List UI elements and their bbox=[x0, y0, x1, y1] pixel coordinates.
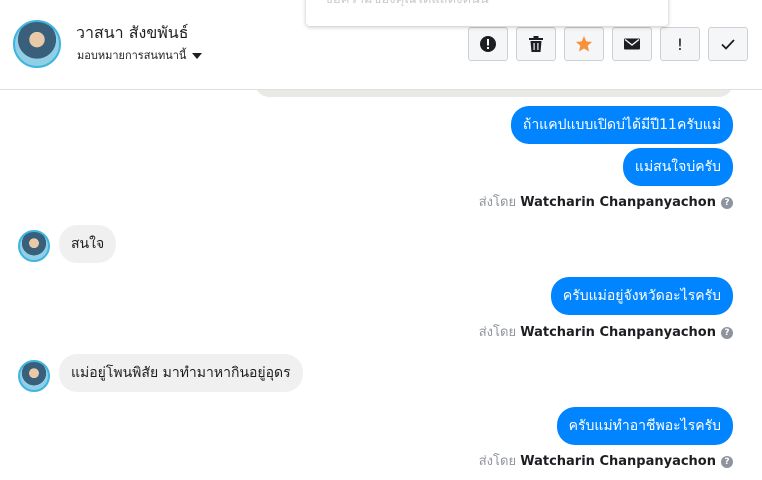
sent-by-label: ส่งโดย Watcharin Chanpanyachon? bbox=[479, 191, 733, 212]
outgoing-message[interactable]: แม่สนใจบ่ครับ bbox=[622, 148, 733, 186]
conversation-actions: ! bbox=[468, 27, 748, 61]
help-icon[interactable]: ? bbox=[721, 196, 733, 209]
sent-by-prefix: ส่งโดย bbox=[478, 325, 517, 340]
sent-by-label: ส่งโดย Watcharin Chanpanyachon? bbox=[479, 450, 733, 471]
notification-popup: ข้อความของคุณได้แสดงต้นนี้ bbox=[306, 0, 668, 26]
outgoing-message[interactable]: ถ้าแคปแบบเปิดบ่ได้มีปี11ครับแม่ bbox=[510, 106, 733, 144]
sender-name: Watcharin Chanpanyachon bbox=[520, 325, 716, 340]
alert-circle-icon bbox=[480, 36, 496, 52]
mark-spam-button[interactable] bbox=[468, 27, 508, 61]
assign-conversation-label: มอบหมายการสนทนานี้ bbox=[77, 49, 187, 62]
follow-up-button[interactable]: ! bbox=[660, 27, 700, 61]
star-icon bbox=[576, 36, 592, 52]
sent-by-prefix: ส่งโดย bbox=[478, 195, 517, 210]
envelope-icon bbox=[624, 38, 640, 50]
mark-done-button[interactable] bbox=[708, 27, 748, 61]
contact-avatar[interactable] bbox=[13, 20, 61, 68]
incoming-message[interactable]: สนใจ bbox=[59, 225, 117, 263]
outgoing-message[interactable]: ครับแม่ทำอาชีพอะไรครับ bbox=[556, 407, 733, 445]
sent-by-prefix: ส่งโดย bbox=[478, 454, 517, 469]
contact-avatar-small[interactable] bbox=[18, 230, 50, 262]
help-icon[interactable]: ? bbox=[721, 326, 733, 339]
assign-conversation-dropdown[interactable]: มอบหมายการสนทนานี้ bbox=[77, 46, 203, 64]
contact-name[interactable]: วาสนา สังขพันธ์ bbox=[76, 21, 189, 46]
outgoing-message[interactable]: ครับแม่อยู่จังหวัดอะไรครับ bbox=[550, 277, 733, 315]
popup-text: ข้อความของคุณได้แสดงต้นนี้ bbox=[324, 0, 489, 9]
follow-up-label: ! bbox=[676, 34, 684, 54]
incoming-message[interactable]: แม่อยู่โพนพิสัย มาทำมาหากินอยู่อุดร bbox=[59, 354, 303, 392]
checkmark-icon bbox=[721, 39, 735, 50]
trash-icon bbox=[529, 36, 543, 52]
sender-name: Watcharin Chanpanyachon bbox=[520, 195, 716, 210]
star-button[interactable] bbox=[564, 27, 604, 61]
help-icon[interactable]: ? bbox=[721, 455, 733, 468]
contact-avatar-small[interactable] bbox=[18, 360, 50, 392]
sender-name: Watcharin Chanpanyachon bbox=[520, 454, 716, 469]
delete-button[interactable] bbox=[516, 27, 556, 61]
caret-down-icon bbox=[192, 53, 203, 59]
sent-by-label: ส่งโดย Watcharin Chanpanyachon? bbox=[479, 321, 733, 342]
mark-unread-button[interactable] bbox=[612, 27, 652, 61]
